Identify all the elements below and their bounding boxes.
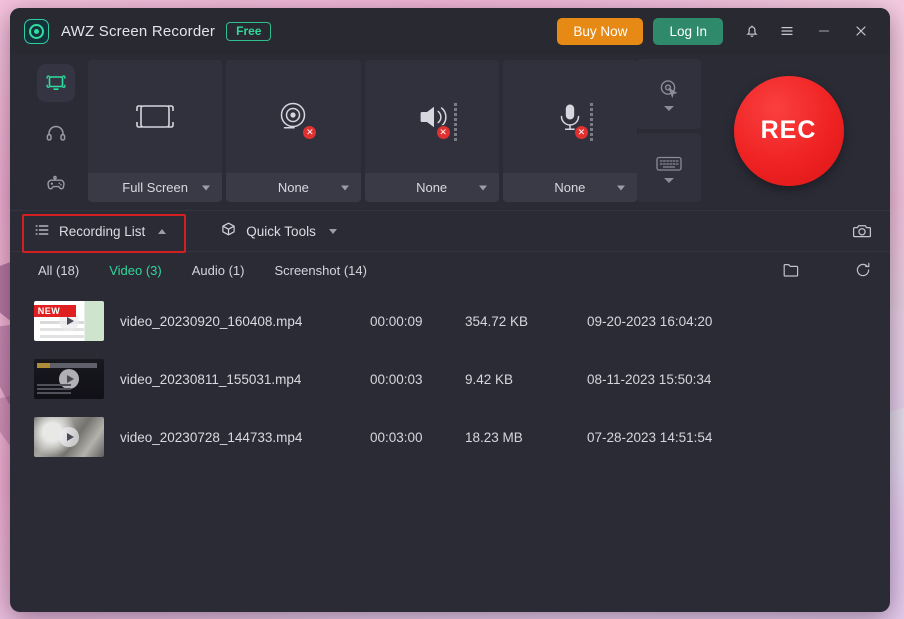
- buy-now-button[interactable]: Buy Now: [557, 17, 644, 45]
- microphone-level-meter: [589, 102, 593, 141]
- chevron-down-icon[interactable]: [340, 185, 349, 190]
- filter-tab-all[interactable]: All (18): [38, 263, 79, 278]
- chevron-up-icon[interactable]: [158, 228, 167, 234]
- chevron-down-icon[interactable]: [664, 106, 674, 112]
- tab-recording-list[interactable]: Recording List: [30, 216, 170, 247]
- file-duration: 00:00:09: [370, 313, 423, 329]
- list-icon: [34, 222, 50, 241]
- capture-tile-speaker-label: None: [416, 180, 448, 195]
- capture-tile-webcam-label: None: [277, 180, 309, 195]
- close-icon[interactable]: [846, 16, 876, 46]
- capture-tiles: Full Screen ✕ None ✕ None ✕ None: [88, 59, 637, 202]
- tab-recording-list-label: Recording List: [59, 223, 146, 239]
- capture-mini-tiles: [637, 59, 701, 202]
- capture-tile-webcam[interactable]: ✕ None: [226, 60, 361, 202]
- speaker-disabled-badge: ✕: [435, 124, 451, 140]
- file-thumbnail[interactable]: [34, 359, 104, 399]
- capture-tile-microphone-label: None: [554, 180, 586, 195]
- main-tab-bar: Recording List Quick Tools: [10, 210, 890, 253]
- table-row[interactable]: video_20230728_144733.mp4 00:03:00 18.23…: [10, 408, 890, 466]
- chevron-down-icon[interactable]: [478, 185, 487, 190]
- cube-icon: [220, 221, 237, 241]
- sidebar-item-screen-recorder[interactable]: [37, 64, 75, 102]
- file-date: 07-28-2023 14:51:54: [587, 429, 713, 445]
- play-icon: [59, 369, 79, 389]
- hamburger-menu-icon[interactable]: [772, 16, 802, 46]
- file-size: 354.72 KB: [465, 313, 529, 329]
- record-button[interactable]: REC: [733, 75, 844, 186]
- filter-tab-screenshot[interactable]: Screenshot (14): [274, 263, 367, 278]
- chevron-down-icon[interactable]: [617, 185, 625, 190]
- app-title: AWZ Screen Recorder: [61, 22, 216, 40]
- play-icon: [59, 427, 79, 447]
- capture-tile-microphone-footer[interactable]: None: [502, 173, 637, 202]
- sidebar-item-audio-recorder[interactable]: [37, 114, 75, 152]
- filter-tab-audio[interactable]: Audio (1): [192, 263, 245, 278]
- keystroke-capture-tile[interactable]: [637, 132, 701, 202]
- speaker-level-meter: [453, 102, 457, 141]
- title-bar: AWZ Screen Recorder Free Buy Now Log In: [10, 8, 890, 54]
- capture-tile-speaker[interactable]: ✕ None: [364, 60, 499, 202]
- table-row[interactable]: NEW video_20230920_160408.mp4 00:00:09 3…: [10, 292, 890, 350]
- new-badge: NEW: [34, 305, 76, 317]
- microphone-icon: ✕: [503, 60, 637, 173]
- file-name: video_20230728_144733.mp4: [120, 429, 303, 445]
- file-name: video_20230920_160408.mp4: [120, 313, 303, 329]
- capture-tile-screen-label: Full Screen: [122, 180, 188, 195]
- sidebar: [24, 59, 88, 202]
- chevron-down-icon[interactable]: [664, 177, 674, 183]
- chevron-down-icon[interactable]: [202, 185, 211, 190]
- file-date: 09-20-2023 16:04:20: [587, 313, 713, 329]
- tab-quick-tools[interactable]: Quick Tools: [216, 215, 341, 247]
- file-thumbnail[interactable]: NEW: [34, 301, 104, 341]
- record-area: REC: [701, 59, 876, 202]
- file-duration: 00:00:03: [370, 371, 423, 387]
- folder-icon[interactable]: [778, 257, 804, 283]
- camera-icon[interactable]: [848, 217, 876, 245]
- log-in-button[interactable]: Log In: [653, 17, 723, 45]
- speaker-icon: ✕: [365, 60, 499, 173]
- recording-file-list: NEW video_20230920_160408.mp4 00:00:09 3…: [10, 288, 890, 612]
- capture-panel: Full Screen ✕ None ✕ None ✕ None REC: [10, 54, 890, 210]
- app-window: AWZ Screen Recorder Free Buy Now Log In: [10, 8, 890, 612]
- file-date: 08-11-2023 15:50:34: [587, 371, 712, 387]
- file-size: 18.23 MB: [465, 429, 523, 445]
- sidebar-item-game-recorder[interactable]: [37, 164, 75, 202]
- plan-badge: Free: [226, 21, 272, 41]
- file-size: 9.42 KB: [465, 371, 514, 387]
- tab-quick-tools-label: Quick Tools: [246, 223, 316, 239]
- minimize-icon[interactable]: [809, 16, 839, 46]
- table-row[interactable]: video_20230811_155031.mp4 00:00:03 9.42 …: [10, 350, 890, 408]
- webcam-icon: ✕: [226, 60, 360, 173]
- filter-tab-video[interactable]: Video (3): [109, 263, 162, 278]
- microphone-disabled-badge: ✕: [573, 124, 589, 140]
- capture-tile-microphone[interactable]: ✕ None: [502, 60, 637, 202]
- file-name: video_20230811_155031.mp4: [120, 371, 302, 387]
- notification-bell-icon[interactable]: [737, 16, 767, 46]
- capture-tile-webcam-footer[interactable]: None: [226, 173, 361, 202]
- fullscreen-frame-icon: [88, 60, 222, 173]
- file-filter-bar: All (18) Video (3) Audio (1) Screenshot …: [10, 252, 890, 288]
- mouse-click-capture-tile[interactable]: [637, 59, 701, 129]
- chevron-down-icon[interactable]: [328, 228, 337, 234]
- capture-tile-speaker-footer[interactable]: None: [364, 173, 499, 202]
- capture-tile-screen[interactable]: Full Screen: [88, 60, 223, 202]
- webcam-disabled-badge: ✕: [302, 124, 318, 140]
- app-logo-icon: [24, 18, 49, 44]
- file-duration: 00:03:00: [370, 429, 423, 445]
- file-thumbnail[interactable]: [34, 417, 104, 457]
- refresh-icon[interactable]: [850, 257, 876, 283]
- capture-tile-screen-footer[interactable]: Full Screen: [88, 173, 223, 202]
